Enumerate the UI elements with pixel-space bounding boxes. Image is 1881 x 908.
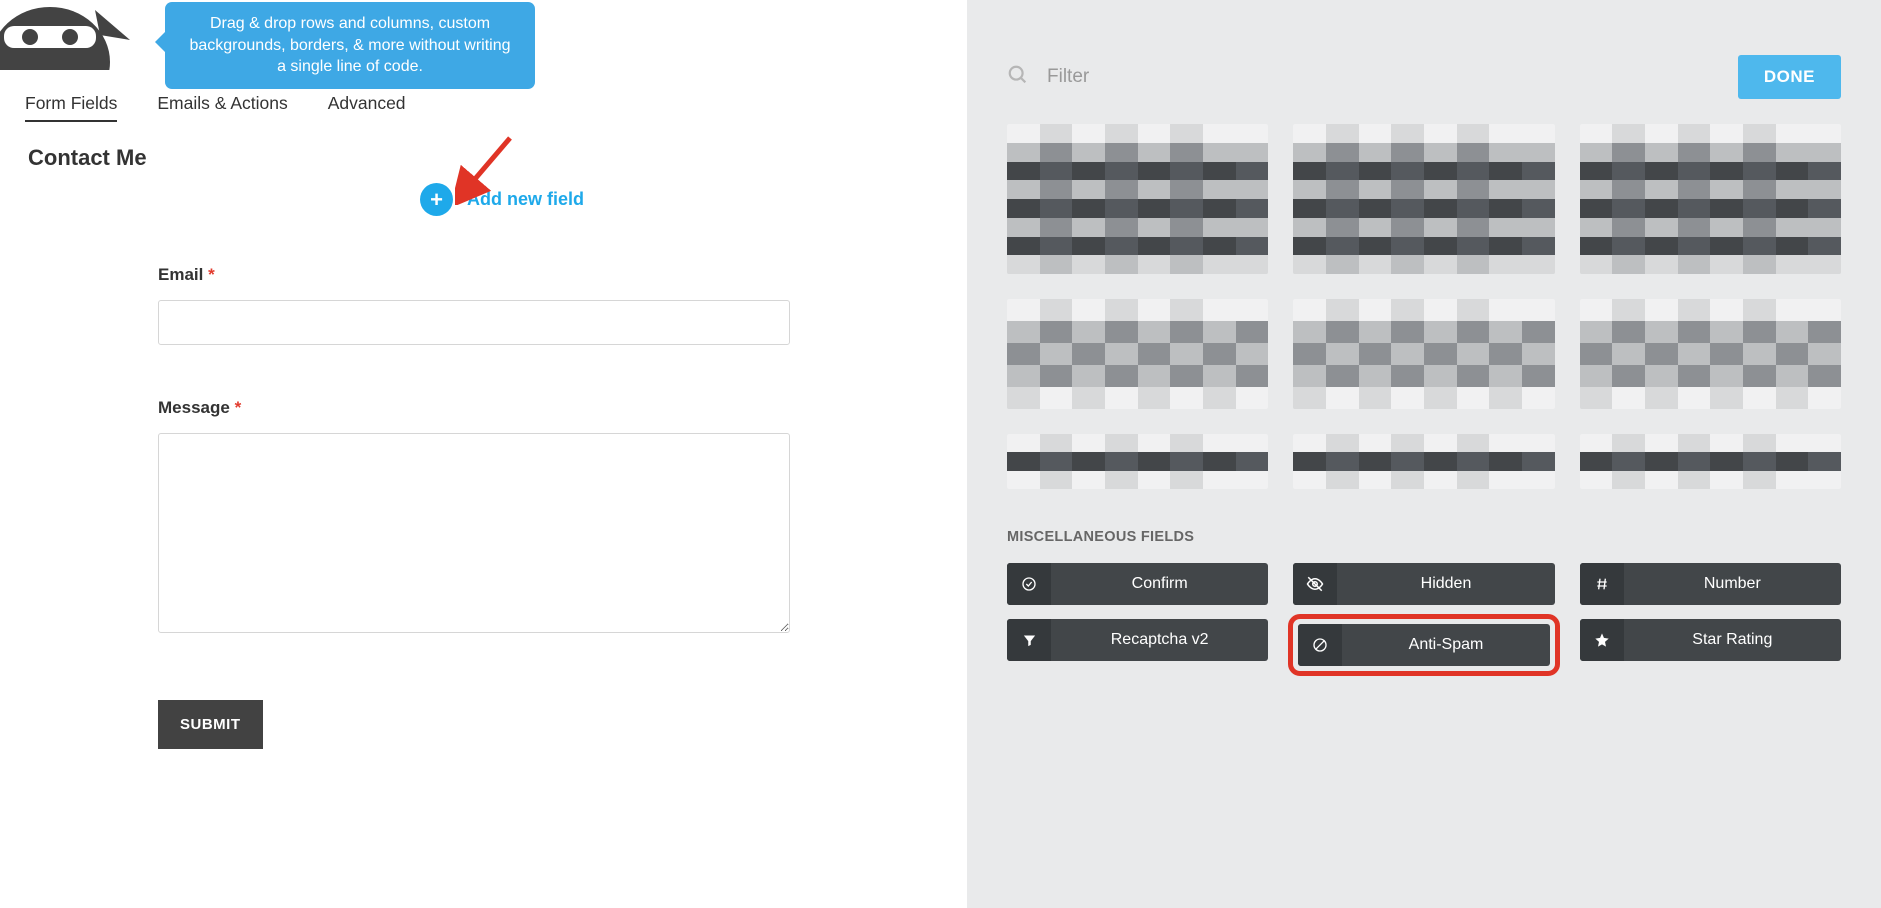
- email-label: Email *: [158, 265, 790, 285]
- eye-off-icon: [1293, 563, 1337, 605]
- form-title: Contact Me: [28, 145, 147, 171]
- blurred-field-group: [1293, 299, 1554, 409]
- field-chip-anti-spam[interactable]: Anti-Spam: [1298, 624, 1549, 666]
- message-textarea[interactable]: [158, 433, 790, 633]
- done-button[interactable]: DONE: [1738, 55, 1841, 99]
- field-chip-recaptcha[interactable]: Recaptcha v2: [1007, 619, 1268, 661]
- filter-input[interactable]: [1043, 60, 1738, 94]
- misc-row-2: Recaptcha v2 Anti-Spam Star Rating: [1007, 619, 1841, 671]
- section-misc-label: MISCELLANEOUS FIELDS: [1007, 529, 1841, 545]
- chip-label: Number: [1624, 563, 1841, 605]
- add-new-field-label: Add new field: [467, 189, 584, 210]
- promo-tooltip: Drag & drop rows and columns, custom bac…: [165, 2, 535, 89]
- blurred-field-group: [1007, 124, 1268, 274]
- field-chip-confirm[interactable]: Confirm: [1007, 563, 1268, 605]
- field-category-grid-1: [1007, 124, 1841, 274]
- add-new-field-button[interactable]: + Add new field: [420, 183, 584, 216]
- required-asterisk: *: [208, 265, 215, 284]
- field-chip-hidden[interactable]: Hidden: [1293, 563, 1554, 605]
- required-asterisk: *: [235, 398, 242, 417]
- blurred-field-group: [1007, 299, 1268, 409]
- star-icon: [1580, 619, 1624, 661]
- chip-label: Star Rating: [1624, 619, 1841, 661]
- tab-form-fields[interactable]: Form Fields: [25, 93, 117, 122]
- chip-label: Confirm: [1051, 563, 1268, 605]
- highlight-anti-spam: Anti-Spam: [1288, 614, 1559, 676]
- chip-label: Recaptcha v2: [1051, 619, 1268, 661]
- plus-icon: +: [420, 183, 453, 216]
- chip-label: Hidden: [1337, 563, 1554, 605]
- filter-icon: [1007, 619, 1051, 661]
- tab-advanced[interactable]: Advanced: [328, 93, 406, 122]
- field-category-grid-2: [1007, 299, 1841, 409]
- submit-button[interactable]: SUBMIT: [158, 700, 263, 749]
- filter-bar: DONE: [1007, 55, 1841, 99]
- search-icon: [1007, 64, 1029, 91]
- form-builder-panel: Drag & drop rows and columns, custom bac…: [0, 0, 967, 908]
- blurred-field-group: [1580, 299, 1841, 409]
- field-message[interactable]: Message *: [158, 398, 790, 638]
- field-chip-star-rating[interactable]: Star Rating: [1580, 619, 1841, 661]
- blurred-field-group: [1293, 434, 1554, 489]
- misc-row-1: Confirm Hidden Number: [1007, 563, 1841, 605]
- ban-icon: [1298, 624, 1342, 666]
- tabs-bar: Form Fields Emails & Actions Advanced: [25, 93, 406, 122]
- hash-icon: [1580, 563, 1624, 605]
- field-category-grid-3: [1007, 434, 1841, 489]
- tab-emails-actions[interactable]: Emails & Actions: [157, 93, 287, 122]
- field-chip-number[interactable]: Number: [1580, 563, 1841, 605]
- blurred-field-group: [1007, 434, 1268, 489]
- blurred-field-group: [1293, 124, 1554, 274]
- field-library-panel: DONE: [967, 0, 1881, 908]
- blurred-field-group: [1580, 124, 1841, 274]
- tooltip-text: Drag & drop rows and columns, custom bac…: [189, 15, 510, 75]
- check-circle-icon: [1007, 563, 1051, 605]
- field-email[interactable]: Email *: [158, 265, 790, 345]
- email-input[interactable]: [158, 300, 790, 345]
- chip-label: Anti-Spam: [1342, 624, 1549, 666]
- message-label: Message *: [158, 398, 790, 418]
- blurred-field-group: [1580, 434, 1841, 489]
- ninja-logo: [0, 0, 130, 70]
